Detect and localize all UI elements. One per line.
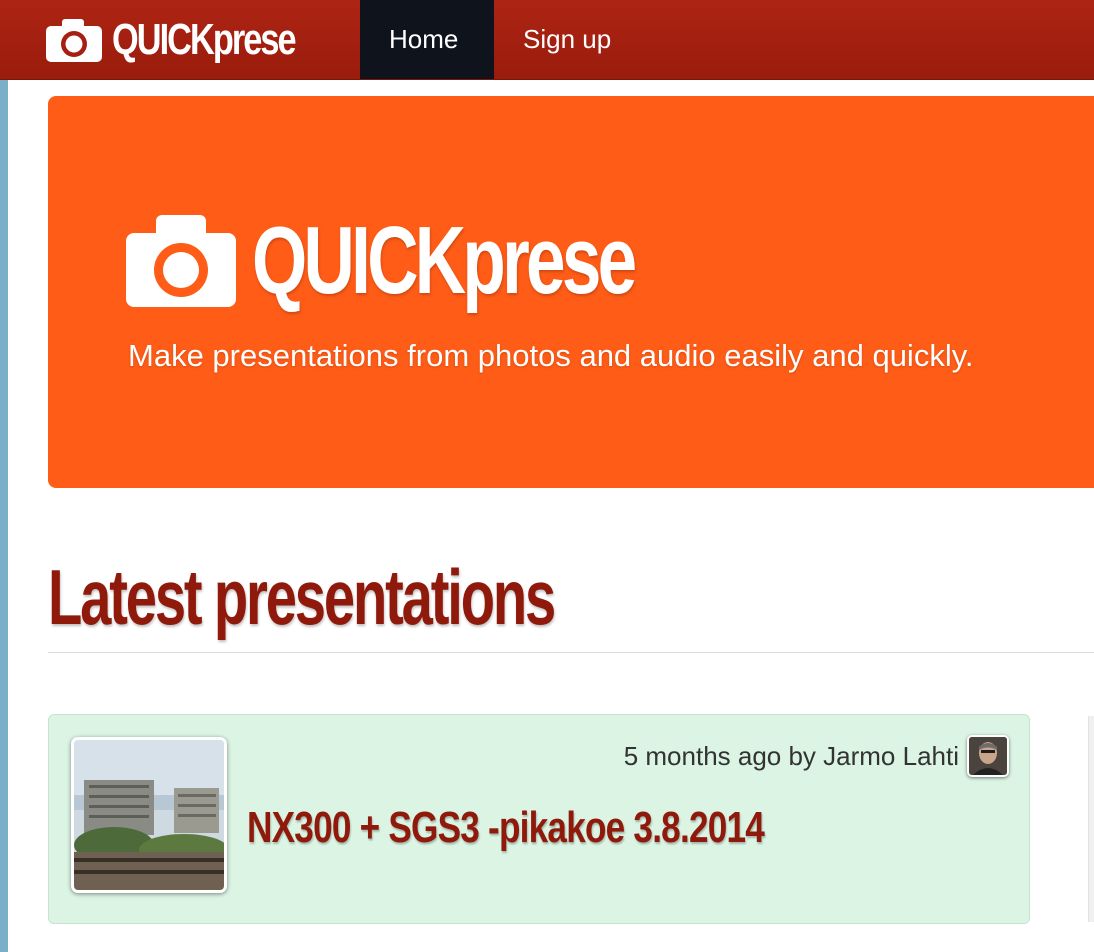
latest-presentations-heading: Latest presentations	[48, 553, 556, 641]
presentation-card[interactable]: 5 months ago by Jarmo Lahti NX300 + SGS3…	[48, 714, 1030, 924]
section-divider	[48, 652, 1094, 653]
brand-name: QUICKprese	[112, 15, 297, 64]
hero-logo: QUICKprese	[126, 206, 768, 316]
navbar: QUICKprese Home Sign up	[0, 0, 1094, 80]
user-avatar-image	[969, 737, 1007, 775]
hero-banner: QUICKprese Make presentations from photo…	[48, 96, 1094, 488]
left-edge-stripe	[0, 79, 8, 952]
presentation-thumbnail[interactable]	[71, 737, 227, 893]
hero-tagline: Make presentations from photos and audio…	[128, 338, 974, 373]
presentation-meta-text: 5 months ago by Jarmo Lahti	[623, 740, 959, 771]
nav-home[interactable]: Home	[360, 0, 494, 79]
camera-icon	[126, 215, 236, 307]
hero-title: QUICKprese	[252, 207, 637, 314]
brand-link[interactable]: QUICKprese	[46, 10, 346, 70]
camera-icon	[46, 19, 102, 62]
avatar[interactable]	[967, 735, 1009, 777]
next-card-edge	[1088, 716, 1094, 922]
building-photo-thumbnail	[74, 740, 224, 890]
nav-sign-up[interactable]: Sign up	[494, 0, 640, 79]
presentation-title-link[interactable]: NX300 + SGS3 -pikakoe 3.8.2014	[247, 803, 765, 853]
presentation-meta: 5 months ago by Jarmo Lahti	[624, 735, 1009, 777]
